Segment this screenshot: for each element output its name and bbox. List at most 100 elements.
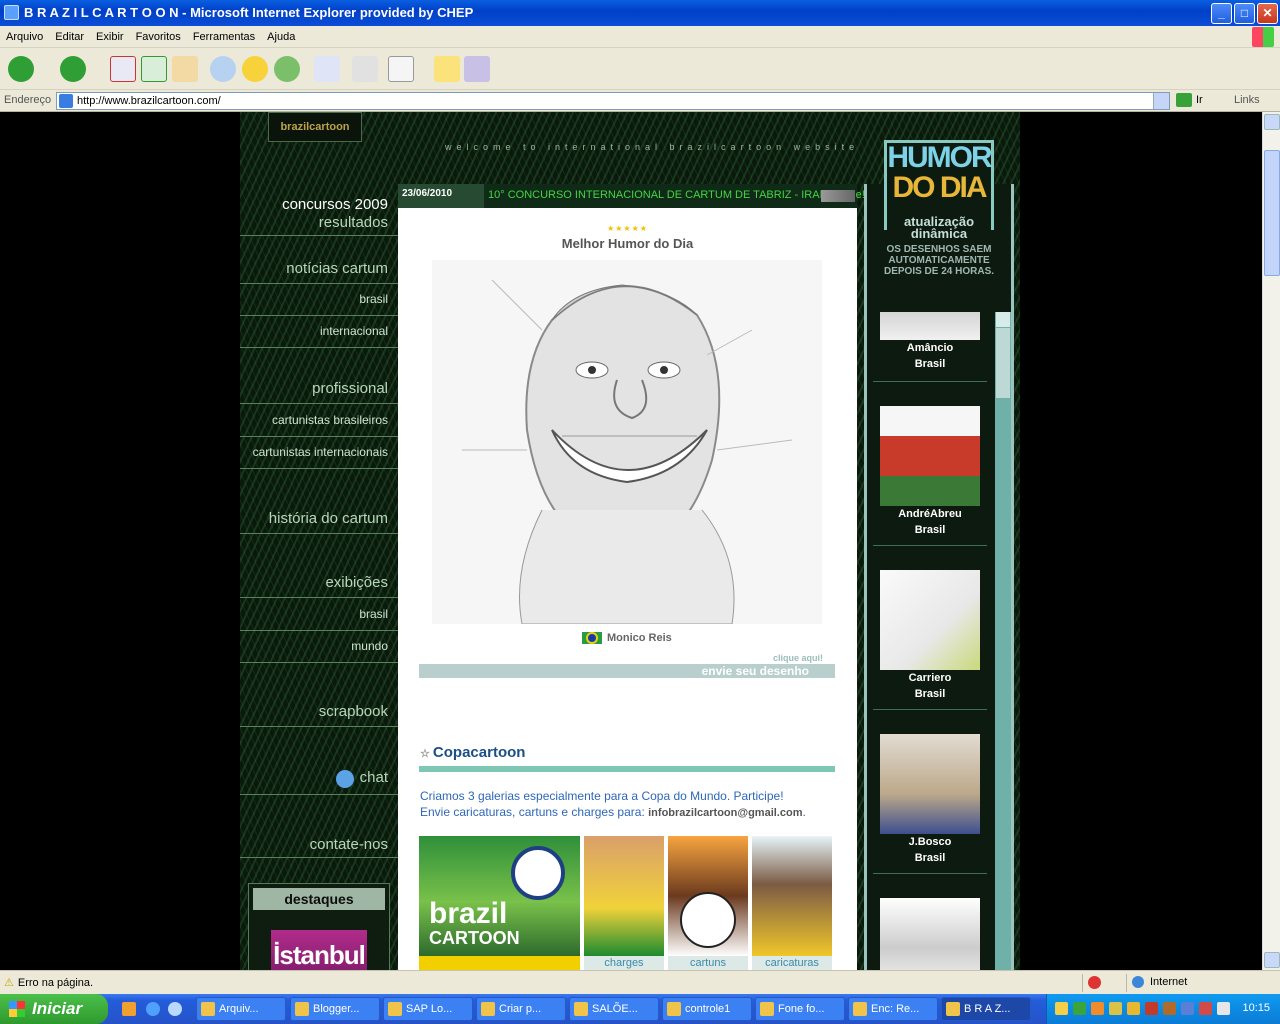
menu-ferramentas[interactable]: Ferramentas	[187, 26, 261, 48]
nav-profissional[interactable]: profissional	[240, 380, 398, 404]
nav-cartunistas-internacionais[interactable]: cartunistas internacionais	[240, 445, 398, 469]
author-credit[interactable]: Monico Reis	[582, 632, 672, 645]
menu-arquivo[interactable]: Arquivo	[0, 26, 49, 48]
scroll-thumb[interactable]	[1264, 150, 1280, 276]
tray-icon[interactable]	[1145, 1002, 1158, 1015]
back-icon[interactable]	[8, 56, 34, 82]
copacartoon-divider	[419, 766, 835, 772]
cartoon-card[interactable]: AndréAbreu Brasil	[873, 406, 987, 538]
tray-icon[interactable]	[1217, 1002, 1230, 1015]
cartoon-card[interactable]: Amâncio Brasil	[873, 312, 987, 372]
menu-exibir[interactable]: Exibir	[90, 26, 130, 48]
tray-icon[interactable]	[1055, 1002, 1068, 1015]
scroll-down-icon[interactable]	[1264, 952, 1280, 968]
nav-concursos[interactable]: concursos 2009	[240, 196, 398, 213]
scroll-up-icon[interactable]	[1264, 114, 1280, 130]
scroll-up-icon[interactable]	[996, 312, 1010, 327]
notes-icon[interactable]	[434, 56, 460, 82]
nav-noticias-brasil[interactable]: brasil	[240, 292, 398, 316]
nav-exibicoes-mundo[interactable]: mundo	[240, 639, 398, 663]
brazil-cartoon-banner[interactable]: brazil CARTOON	[419, 836, 580, 970]
istanbul-banner[interactable]: İstanbul	[271, 930, 367, 970]
task-button-active[interactable]: B R A Z...	[941, 997, 1031, 1021]
forward-icon[interactable]	[60, 56, 86, 82]
nav-contate[interactable]: contate-nos	[240, 836, 398, 858]
chevron-down-icon[interactable]	[1153, 93, 1169, 109]
gallery-caricaturas[interactable]: caricaturas	[752, 836, 832, 970]
task-button[interactable]: SAP Lo...	[383, 997, 473, 1021]
quicklaunch-icon-2[interactable]	[168, 1002, 182, 1016]
close-button[interactable]: ✕	[1257, 3, 1278, 24]
tray-icon[interactable]	[1163, 1002, 1176, 1015]
humor-scrollbar[interactable]	[995, 312, 1011, 970]
tray-icon[interactable]	[1091, 1002, 1104, 1015]
card-divider	[873, 709, 987, 710]
start-button[interactable]: Iniciar	[0, 994, 108, 1024]
task-button[interactable]: SALÕE...	[569, 997, 659, 1021]
tray-icon[interactable]	[1127, 1002, 1140, 1015]
page-icon	[59, 94, 73, 108]
nav-noticias-internacional[interactable]: internacional	[240, 324, 398, 348]
cartoon-card[interactable]: Carriero Brasil	[873, 570, 987, 702]
task-button[interactable]: Criar p...	[476, 997, 566, 1021]
task-button[interactable]: Arquiv...	[196, 997, 286, 1021]
task-button[interactable]: Fone fo...	[755, 997, 845, 1021]
nav-chat[interactable]: chat	[240, 769, 398, 795]
quicklaunch-icon[interactable]	[122, 1002, 136, 1016]
copa-email[interactable]: infobrazilcartoon@gmail.com	[648, 807, 802, 819]
mail-icon[interactable]	[314, 56, 340, 82]
tray-icon[interactable]	[1109, 1002, 1122, 1015]
nav-historia[interactable]: história do cartum	[240, 510, 398, 534]
ie-quicklaunch-icon[interactable]	[146, 1002, 160, 1016]
home-icon[interactable]	[172, 56, 198, 82]
gallery-charges-label[interactable]: charges	[584, 956, 664, 970]
cartoon-card[interactable]	[873, 898, 987, 970]
messenger-icon[interactable]	[464, 56, 490, 82]
nav-scrapbook[interactable]: scrapbook	[240, 703, 398, 727]
menu-ajuda[interactable]: Ajuda	[261, 26, 301, 48]
main-content: ★★★★★ Melhor Humor do Dia Monico Reis cl…	[398, 208, 857, 970]
go-button[interactable]: Ir	[1176, 93, 1203, 107]
envie-desenho-button[interactable]: envie seu desenho	[419, 664, 835, 678]
search-icon[interactable]	[210, 56, 236, 82]
history-icon[interactable]	[274, 56, 300, 82]
ticker-link[interactable]: 10° CONCURSO INTERNACIONAL DE CARTUM DE …	[488, 184, 865, 206]
task-button[interactable]: Enc: Re...	[848, 997, 938, 1021]
gallery-cartuns-label[interactable]: cartuns	[668, 956, 748, 970]
nav-exibicoes[interactable]: exibições	[240, 574, 398, 598]
tray-icon[interactable]	[1181, 1002, 1194, 1015]
gallery-cartuns[interactable]: cartuns	[668, 836, 748, 970]
nav-exibicoes-brasil[interactable]: brasil	[240, 607, 398, 631]
nav-noticias[interactable]: notícias cartum	[240, 260, 398, 284]
ball-icon	[680, 892, 736, 948]
status-message[interactable]: Erro na página.	[4, 976, 93, 989]
menu-favoritos[interactable]: Favoritos	[130, 26, 187, 48]
print-icon[interactable]	[352, 56, 378, 82]
address-input[interactable]: http://www.brazilcartoon.com/	[56, 92, 1170, 110]
stop-icon[interactable]	[110, 56, 136, 82]
cartoon-card[interactable]: J.Bosco Brasil	[873, 734, 987, 866]
scroll-thumb[interactable]	[996, 328, 1010, 398]
edit-word-icon[interactable]	[388, 56, 414, 82]
tray-icon[interactable]	[1073, 1002, 1086, 1015]
refresh-icon[interactable]	[141, 56, 167, 82]
site-logo[interactable]: brazilcartoon	[268, 112, 362, 142]
minimize-button[interactable]: _	[1211, 3, 1232, 24]
ticker-controls[interactable]	[821, 190, 855, 202]
menu-editar[interactable]: Editar	[49, 26, 90, 48]
address-url: http://www.brazilcartoon.com/	[77, 95, 221, 107]
task-button[interactable]: controle1	[662, 997, 752, 1021]
page-scrollbar[interactable]	[1262, 112, 1280, 970]
favorites-star-icon[interactable]	[242, 56, 268, 82]
clique-aqui-link[interactable]: clique aqui!	[773, 653, 823, 663]
nav-cartunistas-brasileiros[interactable]: cartunistas brasileiros	[240, 413, 398, 437]
featured-cartoon-image[interactable]	[432, 260, 822, 625]
gallery-charges[interactable]: charges	[584, 836, 664, 970]
tray-icon[interactable]	[1199, 1002, 1212, 1015]
gallery-caricaturas-label[interactable]: caricaturas	[752, 956, 832, 970]
task-button[interactable]: Blogger...	[290, 997, 380, 1021]
maximize-button[interactable]: □	[1234, 3, 1255, 24]
links-label[interactable]: Links	[1234, 94, 1260, 106]
nav-resultados[interactable]: resultados	[240, 214, 398, 236]
humor-note: OS DESENHOS SAEM AUTOMATICAMENTE DEPOIS …	[883, 244, 995, 277]
